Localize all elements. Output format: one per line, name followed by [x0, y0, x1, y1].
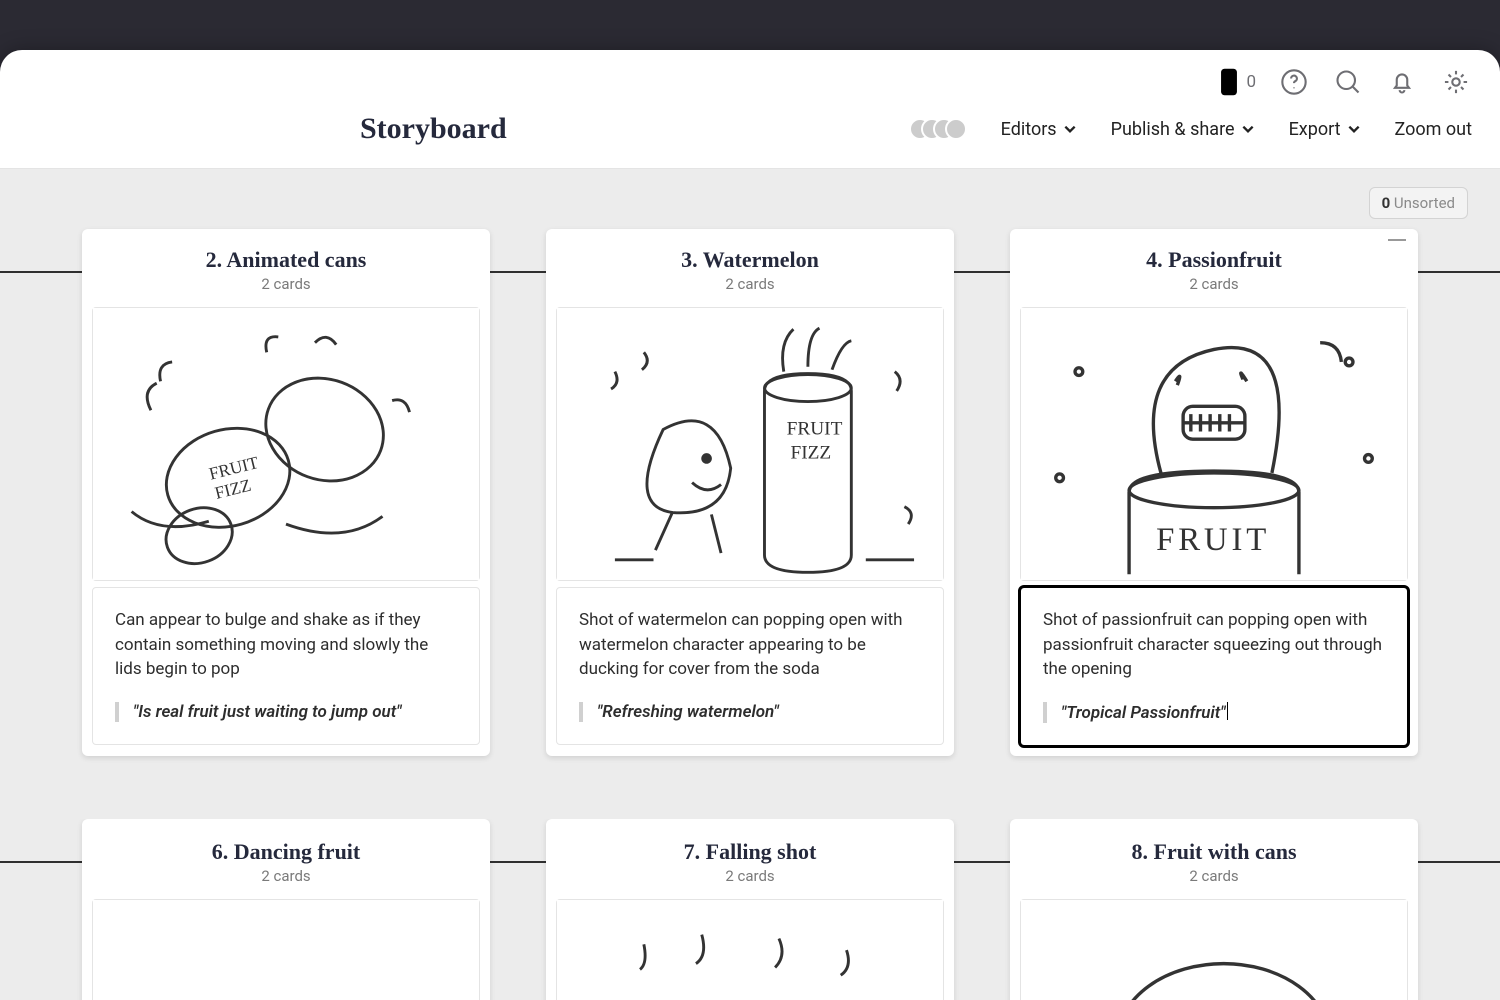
board-area: 0 Unsorted 2. Animated cans 2 cards — [0, 169, 1500, 1000]
search-icon — [1334, 68, 1362, 96]
publish-dropdown[interactable]: Publish & share — [1111, 119, 1255, 140]
column-title: 2. Animated cans — [82, 247, 490, 273]
svg-text:FRUIT: FRUIT — [1156, 522, 1270, 558]
svg-text:FRUIT: FRUIT — [787, 418, 843, 439]
column-watermelon[interactable]: 3. Watermelon 2 cards — [546, 229, 954, 756]
chevron-down-icon — [1347, 122, 1361, 136]
card-image[interactable] — [556, 899, 944, 1000]
card-body: Can appear to bulge and shake as if they… — [115, 608, 457, 682]
column-card-count: 2 cards — [546, 867, 954, 885]
minimize-icon[interactable] — [1388, 239, 1406, 241]
card-description[interactable]: Shot of watermelon can popping open with… — [556, 587, 944, 745]
editors-label: Editors — [1001, 119, 1057, 140]
avatar — [945, 118, 967, 140]
help-icon — [1280, 68, 1308, 96]
column-falling-shot[interactable]: 7. Falling shot 2 cards — [546, 819, 954, 1000]
column-card-count: 2 cards — [82, 275, 490, 293]
editors-dropdown[interactable]: Editors — [1001, 119, 1077, 140]
settings-button[interactable] — [1440, 66, 1472, 98]
search-button[interactable] — [1332, 66, 1364, 98]
board-row: 6. Dancing fruit 2 cards 7. Falling shot… — [0, 819, 1500, 1000]
column-title: 7. Falling shot — [546, 839, 954, 865]
column-card-count: 2 cards — [1010, 867, 1418, 885]
card-description[interactable]: Shot of passionfruit can popping open wi… — [1020, 587, 1408, 746]
gear-icon — [1442, 68, 1470, 96]
chevron-down-icon — [1241, 122, 1255, 136]
sketch-icon: FRUIT FIZZ — [93, 308, 479, 580]
column-title: 4. Passionfruit — [1010, 247, 1418, 273]
bell-icon — [1388, 68, 1416, 96]
sketch-icon — [93, 900, 479, 1000]
publish-label: Publish & share — [1111, 119, 1235, 140]
app-window: 0 Storyboard Editors Publish & share — [0, 50, 1500, 1000]
column-animated-cans[interactable]: 2. Animated cans 2 cards — [82, 229, 490, 756]
unsorted-count: 0 — [1382, 194, 1391, 212]
unsorted-label: Unsorted — [1394, 194, 1455, 212]
unsorted-pill[interactable]: 0 Unsorted — [1369, 187, 1468, 219]
column-fruit-with-cans[interactable]: 8. Fruit with cans 2 cards FRUITFIZZ — [1010, 819, 1418, 1000]
board-row: 2. Animated cans 2 cards — [0, 229, 1500, 819]
export-label: Export — [1289, 119, 1341, 140]
column-card-count: 2 cards — [82, 867, 490, 885]
card-image[interactable]: FRUIT FIZZ — [92, 307, 480, 581]
card-image[interactable]: FRUIT — [1020, 307, 1408, 581]
column-passionfruit[interactable]: 4. Passionfruit 2 cards — [1010, 229, 1418, 756]
card-image[interactable]: FRUITFIZZ — [1020, 899, 1408, 1000]
column-card-count: 2 cards — [546, 275, 954, 293]
phone-icon — [1218, 67, 1240, 97]
notifications-button[interactable] — [1386, 66, 1418, 98]
column-title: 6. Dancing fruit — [82, 839, 490, 865]
page-title: Storyboard — [360, 112, 507, 146]
card-quote: "Is real fruit just waiting to jump out" — [115, 702, 457, 722]
column-dancing-fruit[interactable]: 6. Dancing fruit 2 cards — [82, 819, 490, 1000]
card-image[interactable] — [92, 899, 480, 1000]
sketch-icon: FRUITFIZZ — [1021, 900, 1407, 1000]
editor-avatars[interactable] — [919, 118, 967, 140]
card-body: Shot of passionfruit can popping open wi… — [1043, 608, 1385, 682]
sketch-icon — [557, 900, 943, 1000]
header-bar: Storyboard Editors Publish & share Expor… — [0, 106, 1500, 169]
card-image[interactable]: FRUIT FIZZ — [556, 307, 944, 581]
card-quote: "Refreshing watermelon" — [579, 702, 921, 722]
mobile-count: 0 — [1246, 72, 1256, 92]
svg-text:FIZZ: FIZZ — [791, 442, 832, 463]
export-dropdown[interactable]: Export — [1289, 119, 1361, 140]
card-quote: "Tropical Passionfruit" — [1043, 702, 1385, 723]
column-title: 8. Fruit with cans — [1010, 839, 1418, 865]
sketch-icon: FRUIT FIZZ — [557, 308, 943, 580]
column-card-count: 2 cards — [1010, 275, 1418, 293]
column-title: 3. Watermelon — [546, 247, 954, 273]
zoom-out-button[interactable]: Zoom out — [1395, 119, 1472, 140]
help-button[interactable] — [1278, 66, 1310, 98]
top-icon-bar: 0 — [0, 50, 1500, 106]
card-body: Shot of watermelon can popping open with… — [579, 608, 921, 682]
mobile-preview-button[interactable]: 0 — [1218, 67, 1256, 97]
text-cursor — [1227, 702, 1228, 720]
sketch-icon: FRUIT — [1021, 308, 1407, 580]
card-description[interactable]: Can appear to bulge and shake as if they… — [92, 587, 480, 745]
chevron-down-icon — [1063, 122, 1077, 136]
